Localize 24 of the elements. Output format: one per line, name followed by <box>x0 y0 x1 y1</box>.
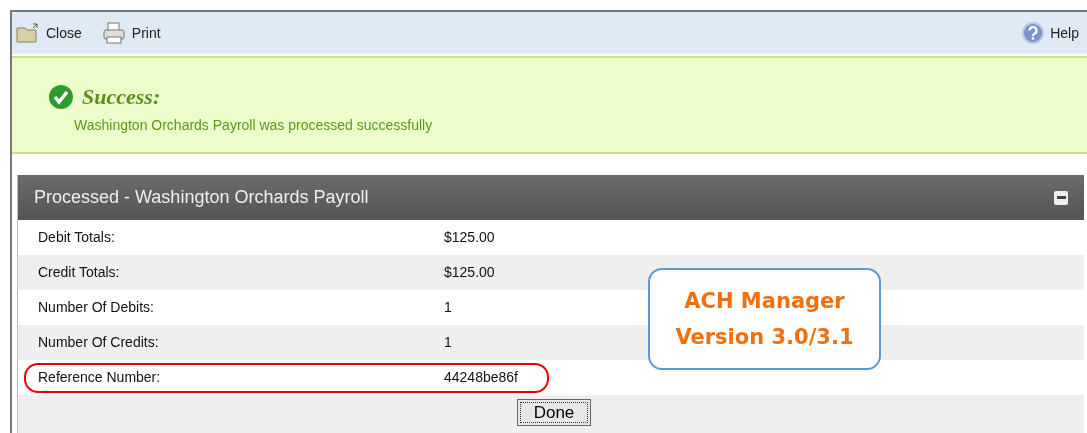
close-button[interactable]: Close <box>16 22 82 44</box>
field-label: Number Of Debits: <box>38 298 155 317</box>
success-message: Washington Orchards Payroll was processed successfully <box>74 116 434 135</box>
print-button[interactable]: Print <box>101 22 161 44</box>
printer-icon <box>101 22 126 44</box>
field-value: $125.00 <box>444 263 495 282</box>
help-button[interactable]: Help <box>1022 22 1079 44</box>
field-label: Credit Totals: <box>38 263 121 282</box>
collapse-button[interactable] <box>1054 190 1068 205</box>
checkmark-icon <box>48 83 74 110</box>
field-label: Debit Totals: <box>38 228 116 247</box>
field-label: Reference Number: <box>38 368 162 387</box>
callout-text: ACH Manager <box>684 288 845 315</box>
panel-title: Processed - Washington Orchards Payroll <box>34 186 369 209</box>
success-title: Success: <box>82 83 161 111</box>
field-label: Number Of Credits: <box>38 333 160 352</box>
folder-icon <box>16 23 40 43</box>
field-value: $125.00 <box>444 228 495 247</box>
help-icon <box>1022 22 1045 44</box>
callout-text: Version 3.0/3.1 <box>675 324 854 351</box>
done-button[interactable]: Done <box>516 399 592 426</box>
field-value: 1 <box>444 298 452 317</box>
field-value: 44248be86f <box>444 368 518 387</box>
field-value: 1 <box>444 333 452 352</box>
